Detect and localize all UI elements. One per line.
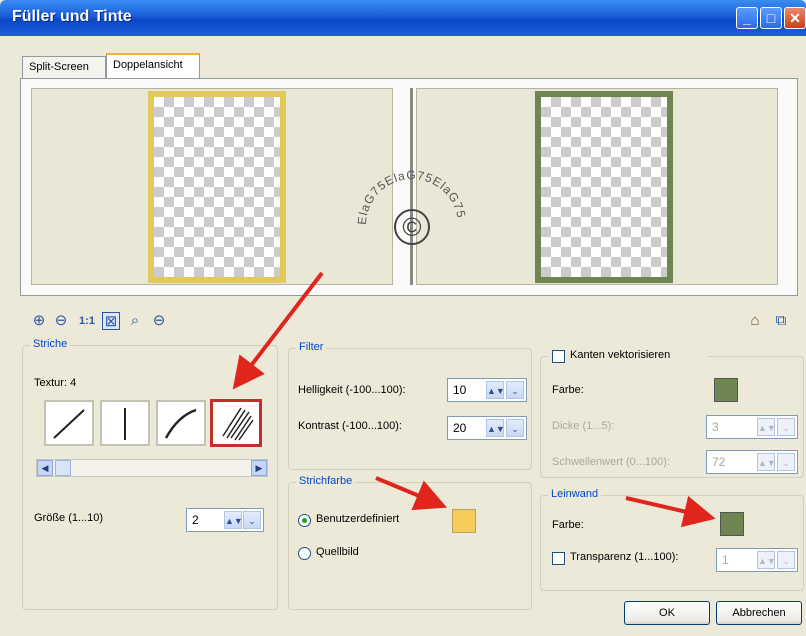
annotation-arrow-canvas-color <box>625 495 716 528</box>
annotation-arrow-texture <box>232 271 324 390</box>
annotation-overlay <box>232 271 716 528</box>
annotation-arrow-stroke-color <box>375 476 448 511</box>
